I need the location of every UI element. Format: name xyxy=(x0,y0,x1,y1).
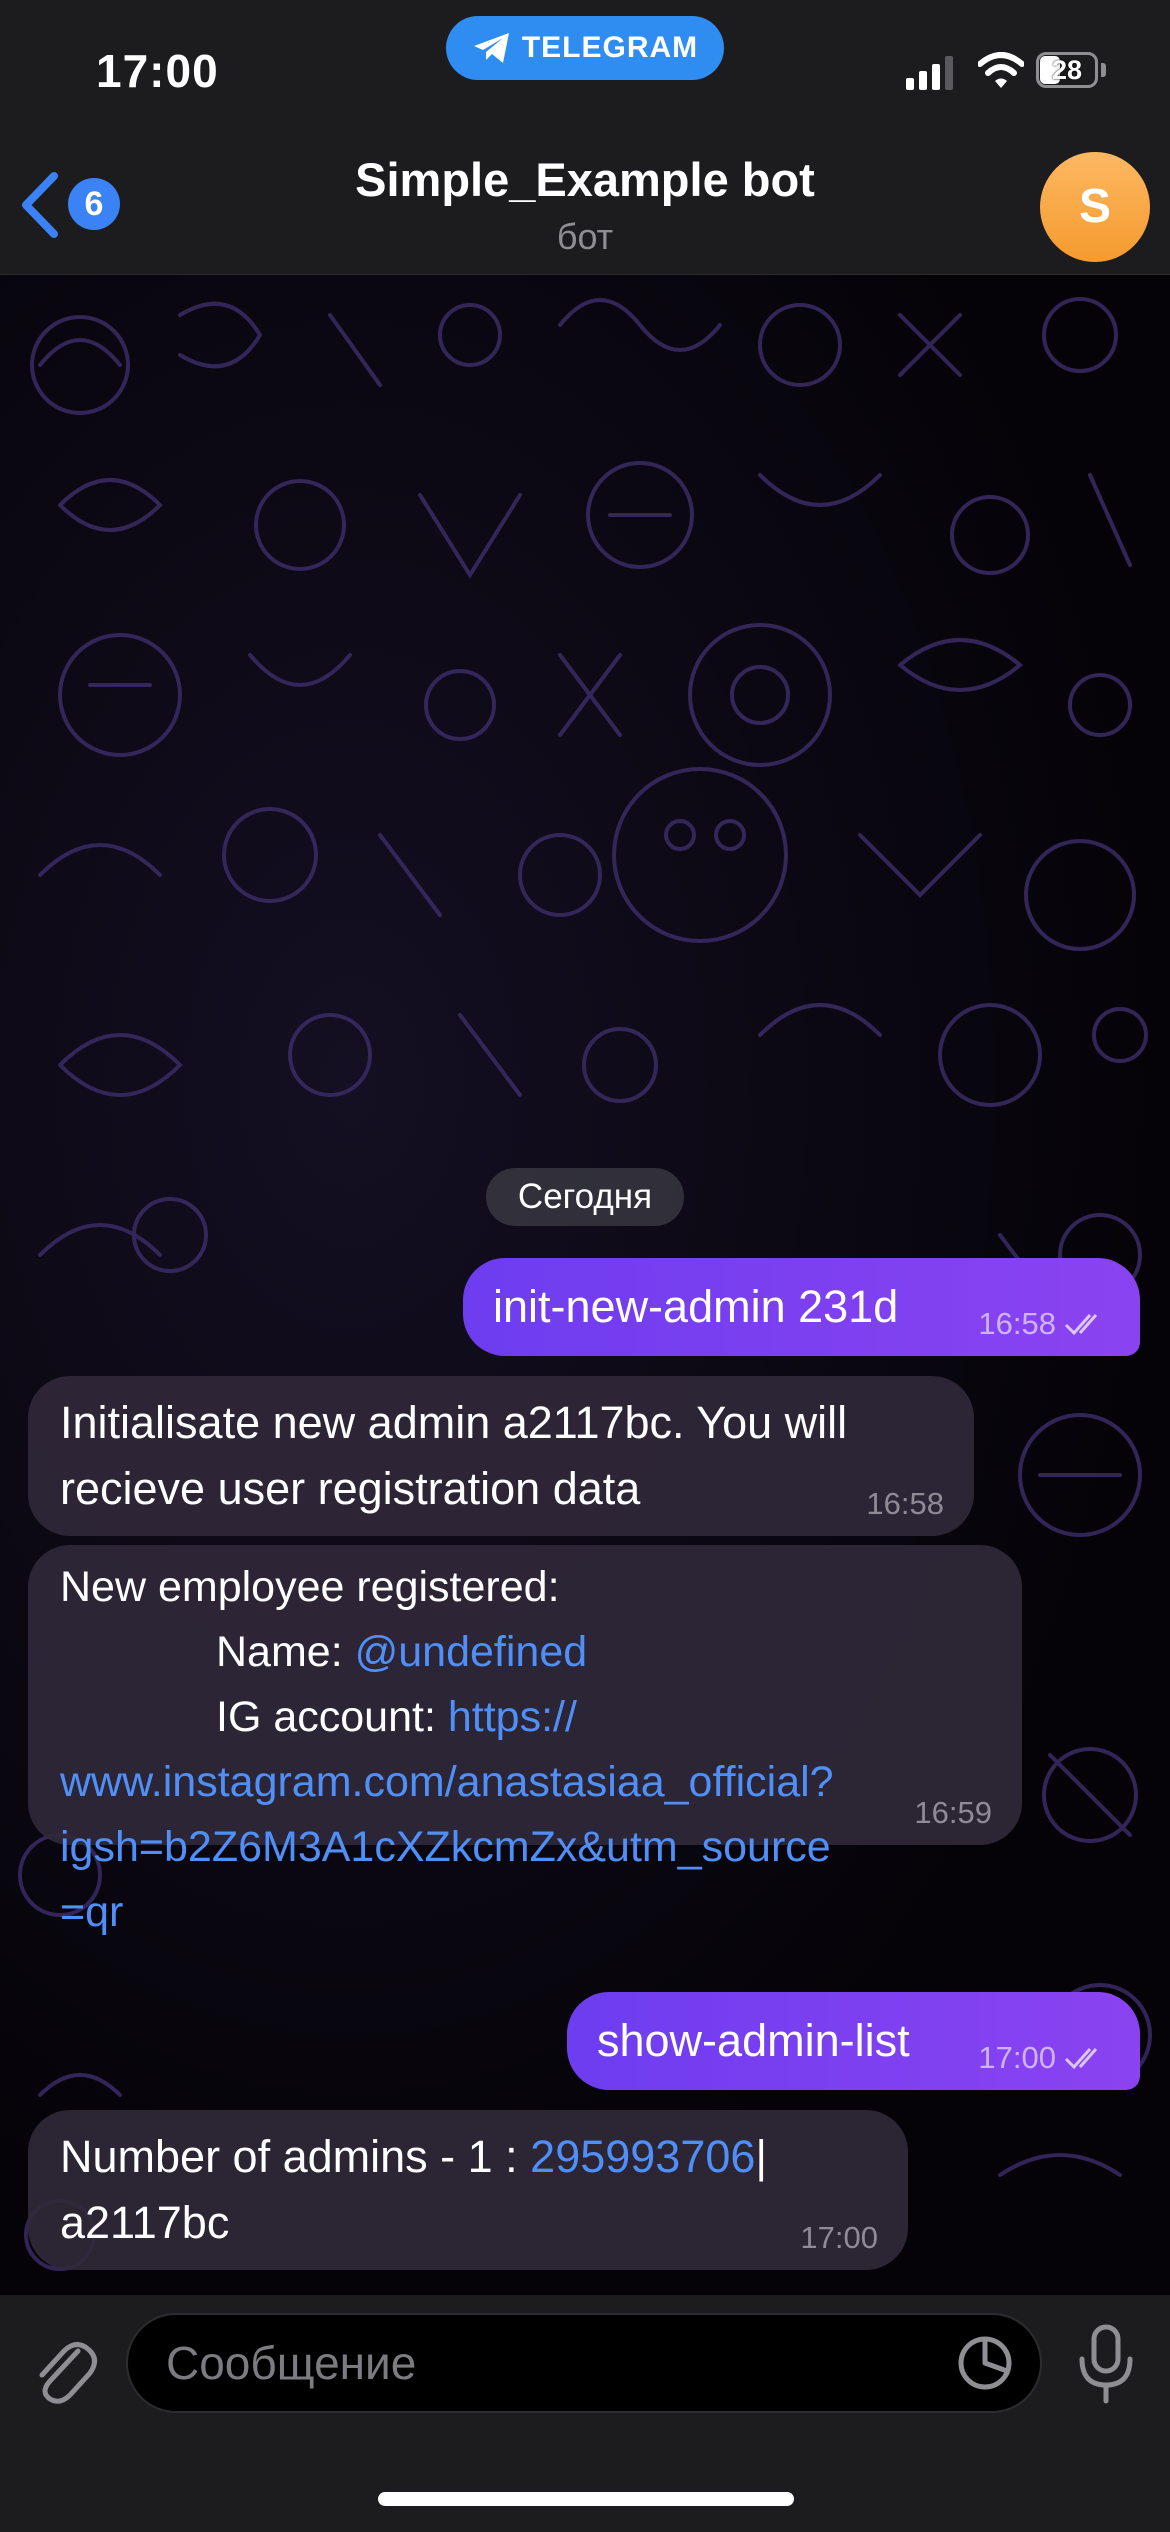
telegram-icon xyxy=(473,33,509,63)
paperclip-icon[interactable] xyxy=(28,2329,98,2405)
message-text-line: recieve user registration data xyxy=(60,1463,641,1514)
instagram-link[interactable]: https:// xyxy=(448,1693,577,1741)
ig-line: IG account: https:// xyxy=(60,1685,1022,1750)
status-time: 17:00 xyxy=(96,45,219,97)
message-text-line: Initialisate new admin a2117bc. You will xyxy=(60,1397,848,1448)
message-outgoing[interactable]: show-admin-list 17:00 xyxy=(567,1992,1140,2090)
microphone-icon[interactable] xyxy=(1076,2323,1136,2407)
battery-icon: 28 xyxy=(1036,52,1108,92)
chat-area[interactable]: Сегодня init-new-admin 231d 16:58 Initia… xyxy=(0,275,1170,2295)
status-bar: 17:00 TELEGRAM 28 xyxy=(0,0,1170,130)
message-time: 17:00 xyxy=(978,2040,1056,2075)
message-text: init-new-admin 231d xyxy=(493,1281,899,1332)
name-label: Name: xyxy=(216,1628,355,1676)
instagram-link[interactable]: igsh=b2Z6M3A1cXZkcmZx&utm_source xyxy=(60,1815,1022,1880)
battery-level: 28 xyxy=(1051,55,1083,85)
message-outgoing[interactable]: init-new-admin 231d 16:58 xyxy=(463,1258,1140,1356)
message-input[interactable] xyxy=(126,2313,1042,2413)
chat-subtitle: бот xyxy=(556,216,614,257)
message-incoming[interactable]: Initialisate new admin a2117bc. You will… xyxy=(28,1376,974,1536)
message-time: 16:58 xyxy=(978,1306,1056,1341)
admin-id-link[interactable]: 295993706 xyxy=(530,2131,755,2182)
message-incoming[interactable]: Number of admins - 1 : 295993706| a2117b… xyxy=(28,2110,908,2270)
instagram-link[interactable]: www.instagram.com/anastasiaa_official? xyxy=(60,1750,1022,1815)
sticker-icon[interactable] xyxy=(955,2333,1015,2393)
date-separator: Сегодня xyxy=(486,1168,684,1226)
name-line: Name: @undefined xyxy=(60,1620,1022,1685)
message-meta: 17:00 xyxy=(978,2040,1110,2076)
message-incoming[interactable]: New employee registered: Name: @undefine… xyxy=(28,1545,1022,1936)
username-link[interactable]: @undefined xyxy=(355,1628,588,1676)
message-time: 16:59 xyxy=(914,1795,992,1830)
instagram-link[interactable]: =qr xyxy=(60,1880,1022,1945)
double-check-icon xyxy=(1064,1314,1098,1336)
message-meta: 16:58 xyxy=(978,1306,1110,1342)
avatar[interactable]: S xyxy=(1040,152,1150,262)
ig-label: IG account: xyxy=(216,1693,448,1741)
wifi-icon xyxy=(978,52,1024,88)
message-time: 17:00 xyxy=(800,2220,878,2255)
double-check-icon xyxy=(1064,2048,1098,2070)
home-indicator[interactable] xyxy=(378,2492,794,2506)
signal-icon xyxy=(906,56,953,90)
separator-text: | xyxy=(755,2131,768,2182)
input-bar xyxy=(0,2295,1170,2532)
message-text-line: Number of admins - 1 : 295993706| xyxy=(60,2124,908,2190)
telegram-pill-label: TELEGRAM xyxy=(521,31,699,64)
admin-count-text: Number of admins - 1 : xyxy=(60,2131,531,2182)
chat-title[interactable]: Simple_Example bot xyxy=(0,152,1170,207)
telegram-app-pill[interactable]: TELEGRAM xyxy=(446,16,724,80)
message-heading: New employee registered: xyxy=(60,1563,560,1611)
message-text-line: a2117bc xyxy=(60,2197,230,2248)
message-time: 16:58 xyxy=(866,1486,944,1521)
chat-header: 6 Simple_Example bot бот S xyxy=(0,130,1170,275)
message-text: show-admin-list xyxy=(597,2015,910,2066)
